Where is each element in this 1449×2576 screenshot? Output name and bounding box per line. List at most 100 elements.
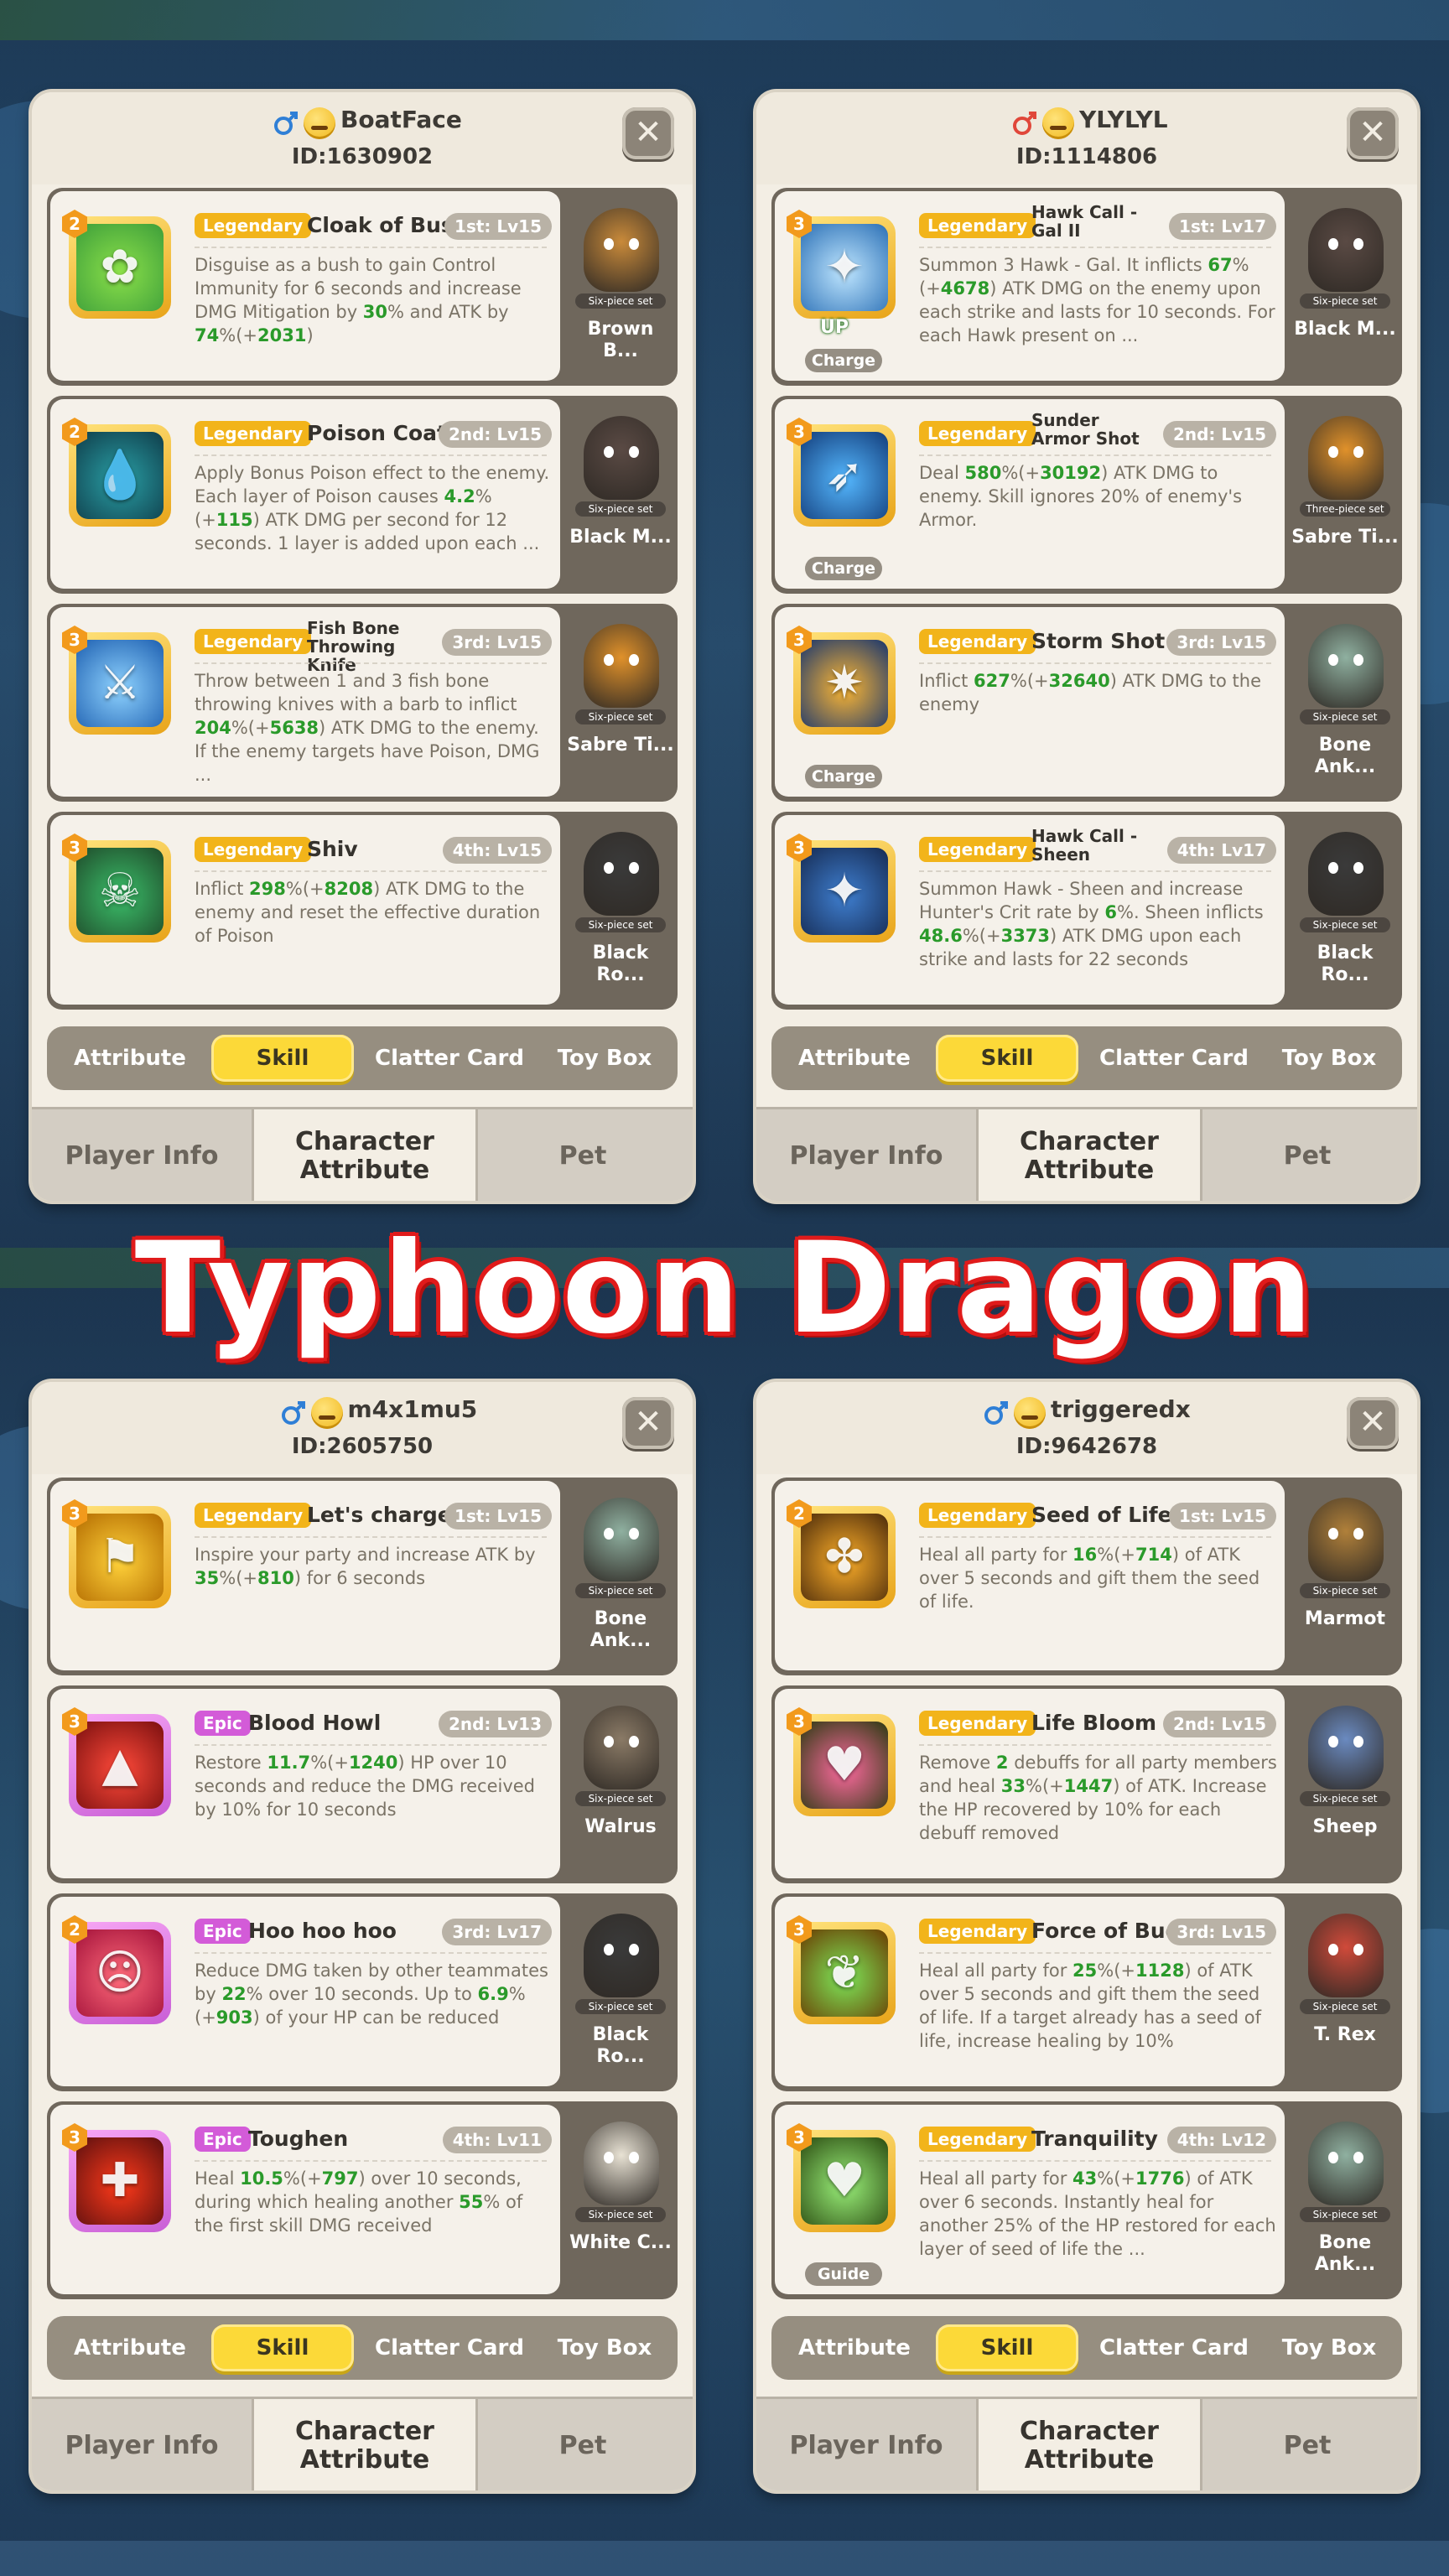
skill-card: ☠ 3 Legendary Shiv 4th: Lv15 Inflict 298%(+82… <box>47 812 678 1010</box>
skill-card-body[interactable]: ⚑ 3 Legendary Let's charge 1st: Lv15 Inspire … <box>50 1481 560 1670</box>
close-button[interactable]: ✕ <box>1347 1397 1399 1449</box>
skill-tab-bar: Attribute Skill Clatter Card Toy Box <box>47 1026 678 1090</box>
rarity-badge: Legendary <box>919 837 1036 862</box>
tab-skill[interactable]: Skill <box>211 2324 354 2371</box>
rarity-badge: Legendary <box>919 2127 1036 2152</box>
tab-toy-box[interactable]: Toy Box <box>542 1035 667 1082</box>
pet-eye <box>629 1944 639 1955</box>
tab-attribute[interactable]: Attribute <box>59 1035 201 1082</box>
pet-eye <box>1353 446 1363 458</box>
skill-card-body[interactable]: ☠ 3 Legendary Shiv 4th: Lv15 Inflict 298%(+82… <box>50 815 560 1005</box>
skill-card-body[interactable]: ⚔ 3 Legendary Fish Bone Throwing Knife 3rd: … <box>50 607 560 797</box>
tab-toy-box[interactable]: Toy Box <box>542 2324 667 2371</box>
pet-slot[interactable]: Six-piece set Black Ro... <box>1288 812 1402 1010</box>
pet-eye <box>604 2152 614 2163</box>
skill-card-body[interactable]: ✷ 3 Charge Legendary Storm Shot 3rd: Lv15 Infl… <box>775 607 1285 797</box>
skill-card-body[interactable]: ♥ 3 Legendary Life Bloom 2nd: Lv15 Remove 2 d… <box>775 1689 1285 1878</box>
pet-slot[interactable]: Six-piece set Bone Ank... <box>564 1478 678 1675</box>
pet-slot[interactable]: Six-piece set Black Ro... <box>564 812 678 1010</box>
male-icon <box>279 1399 308 1427</box>
skill-card-body[interactable]: 💧 2 Legendary Poison Coat 2nd: Lv15 Apply Bon… <box>50 399 560 589</box>
pet-name: Black M... <box>569 527 672 548</box>
skill-action-tag[interactable]: Guide <box>805 2262 882 2286</box>
tab-skill[interactable]: Skill <box>936 1035 1078 1082</box>
pet-slot[interactable]: Six-piece set T. Rex <box>1288 1893 1402 2091</box>
skill-action-tag[interactable]: Charge <box>805 765 882 788</box>
pet-slot[interactable]: Three-piece set Sabre Ti... <box>1288 396 1402 594</box>
nav-character-attribute[interactable]: Character Attribute <box>976 2399 1202 2490</box>
pet-slot[interactable]: Six-piece set Walrus <box>564 1685 678 1883</box>
tab-clatter-card[interactable]: Clatter Card <box>1090 2324 1258 2371</box>
skill-description: Summon Hawk - Sheen and increase Hunter'… <box>919 879 1264 969</box>
skill-name: Hawk Call - Sheen <box>1031 826 1138 865</box>
nav-pet[interactable]: Pet <box>473 1109 693 1201</box>
tab-attribute[interactable]: Attribute <box>59 2324 201 2371</box>
skill-action-tag[interactable]: Charge <box>805 557 882 580</box>
pet-eye <box>629 2152 639 2163</box>
pet-slot[interactable]: Six-piece set Sabre Ti... <box>564 604 678 802</box>
skill-card-body[interactable]: ❦ 3 Legendary Force of Bud 3rd: Lv15 Heal all… <box>775 1897 1285 2086</box>
pet-slot[interactable]: Six-piece set Bone Ank... <box>1288 604 1402 802</box>
pet-slot[interactable]: Six-piece set Marmot <box>1288 1478 1402 1675</box>
pet-slot[interactable]: Six-piece set Sheep <box>1288 1685 1402 1883</box>
skill-description: Heal 10.5%(+797) over 10 seconds, during… <box>195 2168 523 2236</box>
pet-eye <box>1353 2152 1363 2163</box>
pet-slot[interactable]: Six-piece set White C... <box>564 2101 678 2299</box>
tab-attribute[interactable]: Attribute <box>783 2324 926 2371</box>
panel-header: triggeredx ID:9642678 ✕ <box>756 1382 1417 1474</box>
nav-player-info[interactable]: Player Info <box>756 1109 976 1201</box>
pet-name: Bone Ank... <box>1314 735 1376 777</box>
tab-clatter-card[interactable]: Clatter Card <box>366 1035 533 1082</box>
pet-slot[interactable]: Six-piece set Brown B... <box>564 188 678 386</box>
skill-card-body[interactable]: ➶ 3 Charge Legendary Sunder Armor Shot 2nd: L… <box>775 399 1285 589</box>
nav-player-info[interactable]: Player Info <box>32 2399 252 2490</box>
nav-pet[interactable]: Pet <box>1197 1109 1417 1201</box>
skill-card-body[interactable]: ✿ 2 Legendary Cloak of Bush 1st: Lv15 Disguis… <box>50 191 560 381</box>
skill-card-body[interactable]: ✦ 3 Legendary Hawk Call - Sheen 4th: Lv17 Sum… <box>775 815 1285 1005</box>
pet-slot[interactable]: Six-piece set Black M... <box>564 396 678 594</box>
pet-slot[interactable]: Six-piece set Black Ro... <box>564 1893 678 2091</box>
rarity-badge: Epic <box>195 1711 251 1736</box>
pet-name: T. Rex <box>1314 2024 1376 2045</box>
divider <box>195 1952 547 1954</box>
skill-action-tag[interactable]: Charge <box>805 349 882 372</box>
nav-player-info[interactable]: Player Info <box>32 1109 252 1201</box>
skill-card-body[interactable]: ☹ 2 Epic Hoo hoo hoo 3rd: Lv17 Reduce DMG tak… <box>50 1897 560 2086</box>
skill-card-body[interactable]: ✤ 2 Legendary Seed of Life 1st: Lv15 Heal all… <box>775 1481 1285 1670</box>
tab-toy-box[interactable]: Toy Box <box>1266 1035 1392 1082</box>
nav-player-info[interactable]: Player Info <box>756 2399 976 2490</box>
nav-character-attribute[interactable]: Character Attribute <box>252 2399 478 2490</box>
pet-slot[interactable]: Six-piece set Black M... <box>1288 188 1402 386</box>
close-button[interactable]: ✕ <box>1347 107 1399 159</box>
skill-card: ✚ 3 Epic Toughen 4th: Lv11 Heal 10.5%(+797) o… <box>47 2101 678 2299</box>
skill-card-body[interactable]: ▲ 3 Epic Blood Howl 2nd: Lv13 Restore 11.7%(+… <box>50 1689 560 1878</box>
nav-pet[interactable]: Pet <box>473 2399 693 2490</box>
pet-eye <box>1353 1736 1363 1748</box>
pet-eye <box>1328 862 1338 874</box>
skill-tab-bar: Attribute Skill Clatter Card Toy Box <box>771 2316 1402 2380</box>
pet-name: Bone Ank... <box>1314 2232 1376 2275</box>
tab-clatter-card[interactable]: Clatter Card <box>366 2324 533 2371</box>
divider <box>919 247 1271 248</box>
close-button[interactable]: ✕ <box>622 1397 674 1449</box>
player-name: m4x1mu5 <box>347 1395 478 1423</box>
tab-clatter-card[interactable]: Clatter Card <box>1090 1035 1258 1082</box>
tab-skill[interactable]: Skill <box>936 2324 1078 2371</box>
skill-card-body[interactable]: ✚ 3 Epic Toughen 4th: Lv11 Heal 10.5%(+797) o… <box>50 2105 560 2294</box>
nav-pet[interactable]: Pet <box>1197 2399 1417 2490</box>
skill-card-body[interactable]: ✦ UP 3 Charge Legendary Hawk Call - Gal II 1st… <box>775 191 1285 381</box>
tab-attribute[interactable]: Attribute <box>783 1035 926 1082</box>
nav-character-attribute[interactable]: Character Attribute <box>976 1109 1202 1201</box>
skill-slot-badge: 3rd: Lv15 <box>1166 629 1276 656</box>
skill-card-body[interactable]: ♥ 3 Guide Legendary Tranquility 4th: Lv12 Heal… <box>775 2105 1285 2294</box>
divider <box>195 1744 547 1746</box>
pet-slot[interactable]: Six-piece set Bone Ank... <box>1288 2101 1402 2299</box>
skill-card: ✦ UP 3 Charge Legendary Hawk Call - Gal II 1st… <box>771 188 1402 386</box>
skill-name: Shiv <box>307 837 358 861</box>
tab-toy-box[interactable]: Toy Box <box>1266 2324 1392 2371</box>
skill-name: Force of Bud <box>1031 1919 1181 1943</box>
tab-skill[interactable]: Skill <box>211 1035 354 1082</box>
close-button[interactable]: ✕ <box>622 107 674 159</box>
pet-name: Sabre Ti... <box>1291 527 1399 548</box>
nav-character-attribute[interactable]: Character Attribute <box>252 1109 478 1201</box>
